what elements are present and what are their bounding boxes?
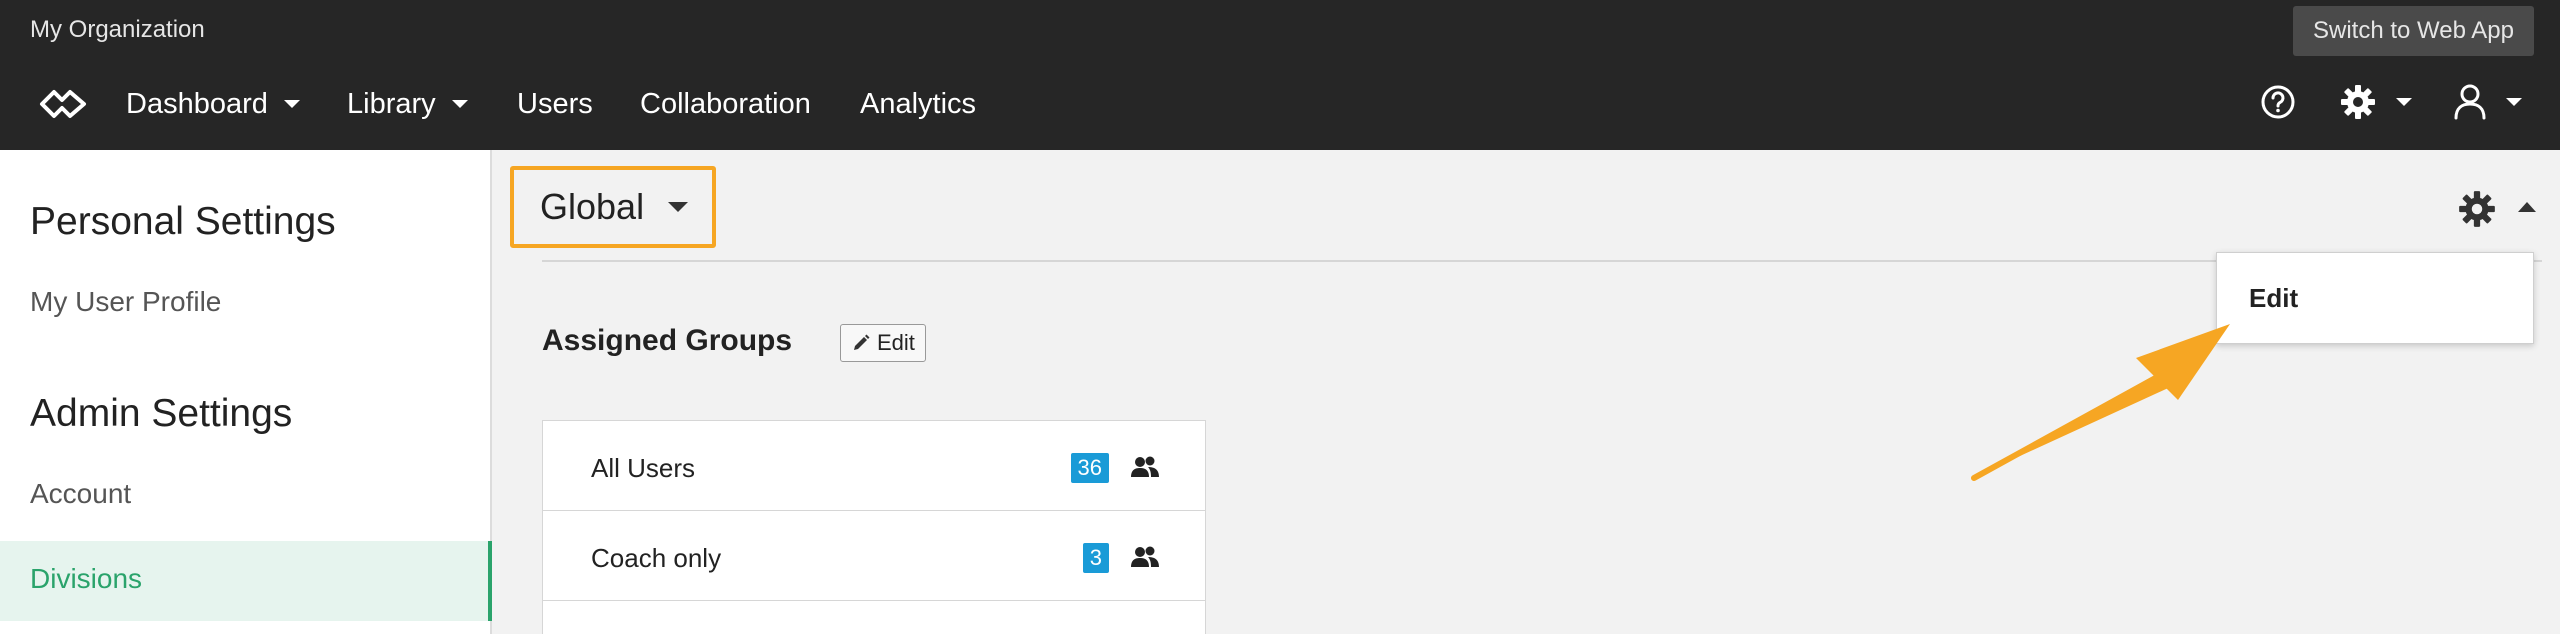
menu-item-edit[interactable]: Edit	[2249, 283, 2298, 314]
settings-menu-toggle[interactable]	[2338, 82, 2412, 122]
admin-settings-heading: Admin Settings	[30, 392, 293, 435]
edit-assigned-groups-button[interactable]: Edit	[840, 324, 926, 362]
list-item[interactable]: Coach only 3	[543, 511, 1205, 601]
nav-users[interactable]: Users	[517, 84, 593, 124]
chevron-down-icon	[2506, 98, 2522, 106]
group-name: All Users	[591, 453, 696, 483]
chevron-up-icon[interactable]	[2518, 202, 2536, 212]
member-count-badge: 3	[1082, 543, 1109, 573]
main-content: Global Edit Assigned Groups Edit All Use…	[494, 150, 2560, 634]
user-icon	[2454, 84, 2486, 120]
sidebar-item-divisions[interactable]: Divisions	[0, 541, 492, 621]
pencil-icon	[854, 334, 870, 350]
nav-analytics[interactable]: Analytics	[860, 84, 976, 124]
gear-icon	[2341, 85, 2375, 119]
sidebar-item-my-user-profile[interactable]: My User Profile	[30, 286, 221, 318]
member-count-badge: 36	[1070, 453, 1109, 483]
top-navigation-bar: My Organization Switch to Web App Dashbo…	[0, 0, 2560, 150]
group-name: Coach only	[591, 543, 722, 573]
nav-library[interactable]: Library	[347, 84, 468, 124]
annotation-arrow-icon	[1971, 324, 2230, 481]
list-item[interactable]: All Users 36	[543, 421, 1205, 511]
user-menu-toggle[interactable]	[2452, 82, 2522, 122]
switch-to-web-app-button[interactable]: Switch to Web App	[2293, 6, 2534, 56]
chevron-down-icon	[451, 100, 468, 108]
division-selector[interactable]: Global	[510, 166, 716, 248]
nav-dashboard[interactable]: Dashboard	[126, 84, 300, 124]
organization-name: My Organization	[30, 16, 205, 43]
logo-icon[interactable]	[28, 84, 96, 124]
chevron-down-icon	[2396, 98, 2412, 106]
settings-dropdown-menu: Edit	[2216, 252, 2534, 344]
nav-collaboration[interactable]: Collaboration	[640, 84, 811, 124]
users-icon	[1131, 456, 1159, 477]
assigned-groups-title: Assigned Groups	[542, 324, 793, 357]
chevron-down-icon	[668, 202, 689, 212]
sidebar-item-account[interactable]: Account	[30, 478, 131, 510]
help-icon[interactable]	[2260, 84, 2296, 120]
personal-settings-heading: Personal Settings	[30, 200, 336, 243]
gear-icon[interactable]	[2456, 188, 2498, 230]
users-icon	[1131, 546, 1159, 567]
settings-sidebar: Personal Settings My User Profile Admin …	[0, 150, 492, 634]
assigned-groups-list: All Users 36 Coach only 3	[542, 420, 1206, 634]
chevron-down-icon	[283, 100, 300, 108]
